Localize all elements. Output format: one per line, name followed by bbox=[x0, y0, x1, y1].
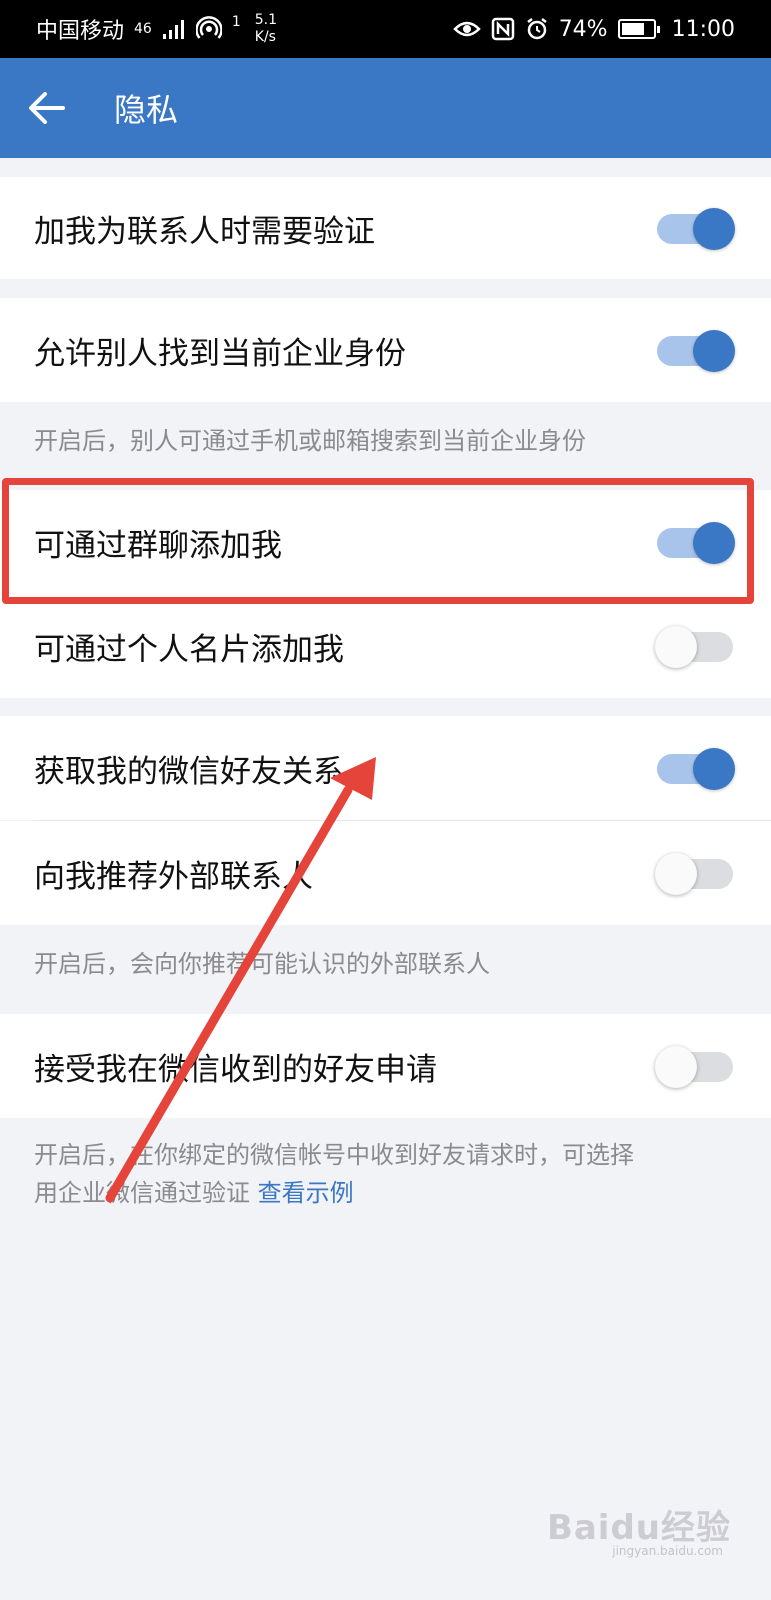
app-bar: 隐私 bbox=[0, 58, 771, 158]
network-indicator: 46 bbox=[134, 21, 152, 37]
battery-percent: 74% bbox=[558, 16, 608, 42]
carrier-label: 中国移动 bbox=[36, 19, 125, 44]
setting-row-wechat-requests[interactable]: 接受我在微信收到的好友申请 bbox=[0, 1014, 771, 1118]
setting-row-find-identity[interactable]: 允许别人找到当前企业身份 bbox=[0, 298, 771, 402]
setting-label: 加我为联系人时需要验证 bbox=[34, 213, 375, 250]
setting-row-require-verification[interactable]: 加我为联系人时需要验证 bbox=[0, 177, 771, 279]
toggle-switch[interactable] bbox=[655, 208, 735, 250]
signal-icon bbox=[162, 20, 184, 39]
setting-label: 可通过个人名片添加我 bbox=[34, 631, 344, 668]
network-type-label: 46 bbox=[134, 21, 152, 37]
setting-label: 获取我的微信好友关系 bbox=[34, 753, 344, 790]
status-bar-right: 74% 11:00 bbox=[452, 16, 735, 42]
hint-line-1: 开启后，在你绑定的微信帐号中收到好友请求时，可选择 bbox=[34, 1141, 634, 1169]
toggle-switch[interactable] bbox=[655, 626, 735, 668]
speed-value: 5.1 bbox=[254, 12, 278, 28]
page-title: 隐私 bbox=[114, 91, 179, 129]
highlight-box bbox=[2, 478, 754, 604]
hint-find-identity: 开启后，别人可通过手机或邮箱搜索到当前企业身份 bbox=[34, 427, 586, 455]
nfc-icon bbox=[491, 17, 514, 41]
baidu-watermark: Baidu经验 bbox=[546, 1508, 731, 1548]
baidu-watermark-url: jingyan.baidu.com bbox=[612, 1544, 723, 1558]
setting-row-wechat-friends[interactable]: 获取我的微信好友关系 bbox=[0, 716, 771, 820]
setting-label: 向我推荐外部联系人 bbox=[34, 858, 313, 895]
hotspot-icon bbox=[195, 16, 222, 39]
back-button[interactable] bbox=[2, 58, 92, 158]
hint-line-2: 用企业微信通过验证 查看示例 bbox=[34, 1174, 734, 1212]
setting-row-business-card[interactable]: 可通过个人名片添加我 bbox=[0, 594, 771, 698]
setting-label: 接受我在微信收到的好友申请 bbox=[34, 1051, 437, 1088]
hint-line-2-text: 用企业微信通过验证 bbox=[34, 1179, 250, 1207]
status-bar: 中国移动 46 1 5.1 K/s 74% 11:00 bbox=[0, 0, 771, 58]
setting-label: 允许别人找到当前企业身份 bbox=[34, 335, 406, 372]
alarm-icon bbox=[526, 18, 547, 40]
view-example-link[interactable]: 查看示例 bbox=[258, 1179, 354, 1207]
hint-recommend: 开启后，会向你推荐可能认识的外部联系人 bbox=[34, 950, 490, 978]
clock-time: 11:00 bbox=[671, 16, 735, 42]
status-bar-left: 中国移动 46 1 5.1 K/s bbox=[36, 12, 277, 46]
battery-icon bbox=[617, 19, 660, 39]
toggle-switch[interactable] bbox=[655, 853, 735, 895]
eye-icon bbox=[452, 21, 481, 37]
arrow-left-icon bbox=[29, 92, 65, 124]
speed-unit: K/s bbox=[254, 29, 276, 45]
hotspot-count: 1 bbox=[231, 14, 241, 30]
toggle-switch[interactable] bbox=[655, 748, 735, 790]
toggle-switch[interactable] bbox=[655, 1046, 735, 1088]
network-speed: 5.1 K/s bbox=[255, 12, 277, 46]
toggle-switch[interactable] bbox=[655, 330, 735, 372]
hint-wechat-requests: 开启后，在你绑定的微信帐号中收到好友请求时，可选择 用企业微信通过验证 查看示例 bbox=[34, 1136, 734, 1212]
setting-row-recommend-contacts[interactable]: 向我推荐外部联系人 bbox=[0, 821, 771, 925]
